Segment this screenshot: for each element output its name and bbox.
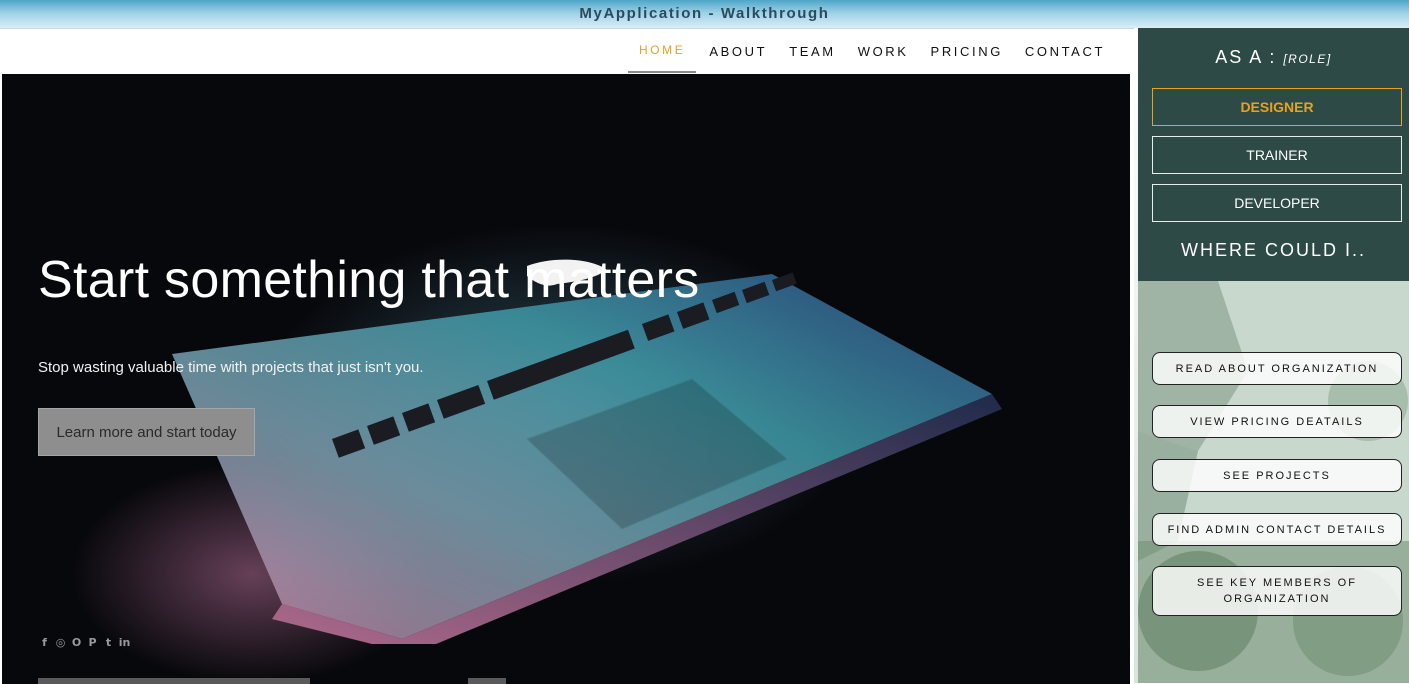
role-developer-button[interactable]: DEVELOPER bbox=[1152, 184, 1402, 222]
opera-icon[interactable]: O bbox=[70, 636, 83, 649]
main-nav: HOME ABOUT TEAM WORK PRICING CONTACT bbox=[627, 29, 1116, 73]
pinterest-icon[interactable]: P bbox=[86, 636, 99, 649]
learn-more-button[interactable]: Learn more and start today bbox=[38, 408, 255, 456]
view-pricing-details-button[interactable]: VIEW PRICING DEATAILS bbox=[1152, 405, 1402, 438]
role-trainer-button[interactable]: TRAINER bbox=[1152, 136, 1402, 174]
as-a-heading: AS A : [ROLE] bbox=[1138, 47, 1409, 68]
nav-item-team[interactable]: TEAM bbox=[778, 29, 847, 73]
nav-item-about[interactable]: ABOUT bbox=[698, 29, 778, 73]
where-could-i-heading: WHERE COULD I.. bbox=[1180, 240, 1366, 260]
role-designer-button[interactable]: DESIGNER bbox=[1152, 88, 1402, 126]
window-title: MyApplication - Walkthrough bbox=[579, 5, 830, 22]
nav-item-home[interactable]: HOME bbox=[627, 29, 697, 73]
facebook-icon[interactable]: f bbox=[38, 636, 51, 649]
hero-section: Start something that matters Stop wastin… bbox=[2, 74, 1130, 684]
hero-subtitle: Stop wasting valuable time with projects… bbox=[38, 359, 424, 376]
twitter-icon[interactable]: t bbox=[102, 636, 115, 649]
hero-title: Start something that matters bbox=[38, 251, 700, 309]
app-viewport: HOME ABOUT TEAM WORK PRICING CONTACT Sta… bbox=[0, 28, 1134, 684]
read-about-organization-button[interactable]: READ ABOUT ORGANIZATION bbox=[1152, 352, 1402, 385]
nav-item-contact[interactable]: CONTACT bbox=[1014, 29, 1116, 73]
find-admin-contact-button[interactable]: FIND ADMIN CONTACT DETAILS bbox=[1152, 513, 1402, 546]
slider-indicator[interactable] bbox=[38, 678, 310, 684]
see-projects-button[interactable]: SEE PROJECTS bbox=[1152, 459, 1402, 492]
walkthrough-panel: AS A : [ROLE] DESIGNER TRAINER DEVELOPER… bbox=[1134, 28, 1409, 683]
linkedin-icon[interactable]: in bbox=[118, 636, 131, 649]
see-key-members-button[interactable]: SEE KEY MEMBERS OF ORGANIZATION bbox=[1152, 566, 1402, 616]
role-placeholder: [ROLE] bbox=[1283, 52, 1332, 66]
nav-item-pricing[interactable]: PRICING bbox=[920, 29, 1014, 73]
nav-item-work[interactable]: WORK bbox=[847, 29, 920, 73]
as-a-label: AS A : bbox=[1215, 47, 1277, 67]
window-titlebar: MyApplication - Walkthrough bbox=[0, 0, 1409, 28]
social-links: f ◎ O P t in bbox=[38, 636, 131, 649]
instagram-icon[interactable]: ◎ bbox=[54, 636, 67, 649]
slider-indicator[interactable] bbox=[468, 678, 506, 684]
